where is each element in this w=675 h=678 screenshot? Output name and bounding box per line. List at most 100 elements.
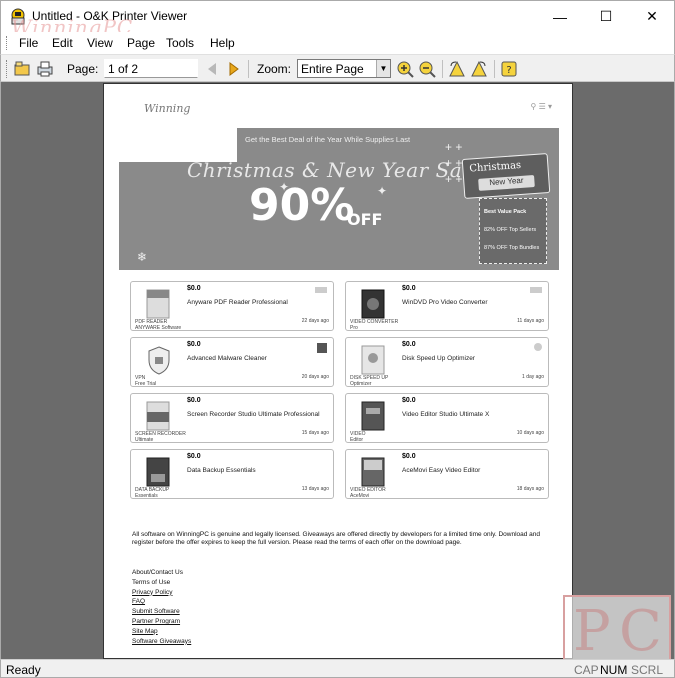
product-label: SCREEN RECORDER Ultimate (135, 431, 186, 443)
product-card[interactable]: $0.0 Screen Recorder Studio Ultimate Pro… (130, 393, 334, 443)
footer-link[interactable]: Submit Software (132, 607, 191, 617)
title-bar: Untitled - O&K Printer Viewer WinningPC … (0, 0, 675, 39)
plus-icon: + + (445, 156, 463, 170)
product-price: $0.0 (187, 397, 201, 404)
product-price: $0.0 (402, 397, 416, 404)
footer-link[interactable]: Terms of Use (132, 578, 191, 588)
footer-link[interactable]: Privacy Policy (132, 588, 191, 598)
tag-line: 87% OFF Top Bundles (484, 245, 540, 251)
document-page: Winning ⚲ ☰ ▾ Get the Best Deal of the Y… (103, 83, 573, 659)
page-label: Page: (67, 62, 99, 76)
footer-link[interactable]: Site Map (132, 627, 191, 637)
svg-text:?: ? (506, 65, 511, 76)
zoom-out-icon[interactable] (417, 59, 437, 79)
page-field[interactable]: 1 of 2 (104, 59, 198, 78)
product-date: 15 days ago (301, 430, 329, 436)
help-icon[interactable]: ? (499, 59, 519, 79)
footer-paragraph: All software on WinningPC is genuine and… (132, 531, 541, 546)
product-brand-mark (534, 343, 542, 351)
product-date: 20 days ago (301, 374, 329, 380)
footer-links: About/Contact Us Terms of Use Privacy Po… (132, 568, 191, 646)
banner-discount: 90% (249, 180, 355, 231)
prev-page-icon[interactable] (202, 59, 222, 79)
open-icon[interactable] (12, 59, 32, 79)
rotate-left-icon[interactable] (447, 59, 467, 79)
toolbar-separator (494, 60, 495, 78)
badge-subtitle: New Year (478, 175, 535, 191)
toolbar-separator (248, 60, 249, 78)
product-card[interactable]: $0.0 WinDVD Pro Video Converter VIDEO CO… (345, 281, 549, 331)
product-label: PDF READER ANYWARE Software (135, 319, 182, 331)
shield-icon (148, 346, 170, 375)
product-label: VIDEO Editor (350, 431, 366, 443)
footer-link[interactable]: FAQ (132, 597, 191, 607)
scroll-lock-indicator: SCRL (631, 663, 664, 677)
zoom-in-icon[interactable] (395, 59, 415, 79)
product-box-icon (361, 289, 385, 319)
chevron-down-icon[interactable]: ▼ (376, 60, 390, 77)
footer-link[interactable]: Partner Program (132, 617, 191, 627)
banner-notch (119, 128, 237, 162)
product-name: Screen Recorder Studio Ultimate Professi… (187, 411, 320, 418)
product-name: Disk Speed Up Optimizer (402, 355, 475, 362)
footer-link[interactable]: About/Contact Us (132, 568, 191, 578)
product-brand-mark (315, 287, 327, 293)
product-card[interactable]: $0.0 AceMovi Easy Video Editor VIDEO EDI… (345, 449, 549, 499)
menu-grip[interactable] (6, 36, 9, 50)
product-card[interactable]: $0.0 Disk Speed Up Optimizer DISK SPEED … (345, 337, 549, 387)
product-brand-mark (530, 287, 542, 293)
toolbar-grip[interactable] (6, 60, 9, 78)
cap-lock-indicator: CAP (574, 663, 599, 677)
product-box-icon (146, 289, 170, 319)
product-name: Anyware PDF Reader Professional (187, 299, 288, 306)
menu-bar: File Edit View Page Tools Help (0, 32, 675, 54)
product-date: 22 days ago (301, 318, 329, 324)
footer-link[interactable]: Software Giveaways (132, 637, 191, 647)
product-price: $0.0 (402, 285, 416, 292)
product-box-icon (146, 401, 170, 431)
num-lock-indicator: NUM (600, 663, 628, 677)
product-name: Data Backup Essentials (187, 467, 256, 474)
minimize-button[interactable]: — (537, 1, 583, 32)
product-label: DATA BACKUP Essentials (135, 487, 170, 499)
product-label: VIDEO EDITOR AceMovi (350, 487, 386, 499)
plus-icon: + + (445, 140, 463, 154)
christmas-badge: Christmas New Year (461, 153, 551, 199)
maximize-button[interactable]: ☐ (583, 1, 629, 32)
product-card[interactable]: $0.0 Video Editor Studio Ultimate X VIDE… (345, 393, 549, 443)
print-icon[interactable] (35, 59, 55, 79)
product-price: $0.0 (187, 453, 201, 460)
product-name: Video Editor Studio Ultimate X (402, 411, 490, 418)
close-button[interactable]: ✕ (629, 1, 675, 32)
zoom-label: Zoom: (257, 62, 292, 76)
menu-file[interactable]: File (19, 36, 38, 50)
product-date: 10 days ago (516, 430, 544, 436)
menu-page[interactable]: Page (127, 36, 155, 50)
banner-tagline: Get the Best Deal of the Year While Supp… (245, 135, 411, 144)
product-box-icon (146, 457, 170, 487)
product-name: AceMovi Easy Video Editor (402, 467, 481, 474)
site-nav-icons: ⚲ ☰ ▾ (530, 102, 553, 111)
banner-off: OFF (347, 210, 383, 229)
menu-edit[interactable]: Edit (52, 36, 73, 50)
product-date: 13 days ago (301, 486, 329, 492)
menu-tools[interactable]: Tools (166, 36, 194, 50)
product-card[interactable]: $0.0 Data Backup Essentials DATA BACKUP E… (130, 449, 334, 499)
sparkle-icon: ✦ (377, 184, 388, 198)
menu-view[interactable]: View (87, 36, 113, 50)
next-page-icon[interactable] (224, 59, 244, 79)
site-logo: Winning (144, 102, 191, 115)
sale-banner: Get the Best Deal of the Year While Supp… (119, 128, 559, 270)
zoom-dropdown[interactable]: Entire Page ▼ (297, 59, 391, 78)
menu-help[interactable]: Help (210, 36, 235, 50)
document-viewport[interactable]: Winning ⚲ ☰ ▾ Get the Best Deal of the Y… (0, 82, 675, 659)
status-text: Ready (6, 663, 41, 677)
product-card[interactable]: $0.0 Advanced Malware Cleaner VPN Free Tr… (130, 337, 334, 387)
product-label: VIDEO CONVERTER Pro (350, 319, 399, 331)
product-card[interactable]: $0.0 Anyware PDF Reader Professional PDF… (130, 281, 334, 331)
gift-tag: Best Value Pack 82% OFF Top Sellers 87% … (479, 198, 547, 264)
product-price: $0.0 (187, 285, 201, 292)
product-label: VPN Free Trial (135, 375, 157, 387)
rotate-right-icon[interactable] (469, 59, 489, 79)
status-bar: Ready CAP NUM SCRL (0, 659, 675, 678)
